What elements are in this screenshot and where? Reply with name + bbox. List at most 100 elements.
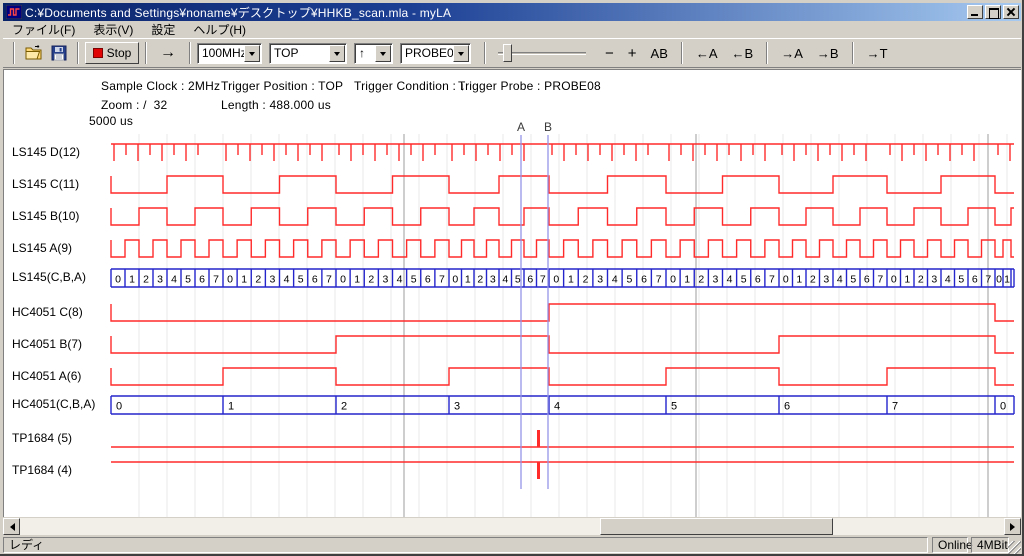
trigger-probe-combo[interactable]: PROBE00 — [400, 43, 471, 64]
toolbar-separator — [484, 42, 486, 64]
app-icon — [6, 5, 22, 19]
goto-trigger-button[interactable]: →T — [860, 42, 895, 64]
svg-text:2: 2 — [583, 274, 589, 286]
run-button[interactable]: → — [153, 42, 183, 64]
dropdown-arrow-icon[interactable] — [375, 45, 391, 62]
svg-text:A: A — [517, 120, 525, 134]
maximize-button[interactable] — [985, 5, 1001, 19]
toolbar-separator — [145, 42, 147, 64]
stop-button[interactable]: Stop — [85, 42, 139, 64]
toolbar-separator — [189, 42, 191, 64]
svg-text:3: 3 — [454, 401, 460, 413]
menu-bar: ファイル(F) 表示(V) 設定 ヘルプ(H) — [3, 21, 1021, 38]
ab-button[interactable]: AB — [644, 42, 675, 64]
menu-file[interactable]: ファイル(F) — [3, 20, 84, 40]
status-ready: レディ — [3, 537, 928, 553]
svg-text:1: 1 — [465, 274, 471, 286]
svg-text:5: 5 — [671, 401, 677, 413]
svg-text:2: 2 — [368, 274, 374, 286]
svg-text:5: 5 — [185, 274, 191, 286]
svg-text:3: 3 — [597, 274, 603, 286]
goto-a-left-button[interactable]: ←A — [689, 42, 725, 64]
svg-text:6: 6 — [972, 274, 978, 286]
dropdown-arrow-icon[interactable] — [453, 45, 469, 62]
open-folder-icon — [25, 45, 43, 61]
resize-grip[interactable] — [1008, 541, 1021, 554]
svg-text:B: B — [544, 120, 552, 134]
svg-text:1: 1 — [241, 274, 247, 286]
svg-text:7: 7 — [213, 274, 219, 286]
svg-text:2: 2 — [810, 274, 816, 286]
svg-text:0: 0 — [670, 274, 676, 286]
save-button[interactable] — [47, 42, 71, 64]
svg-text:0: 0 — [1000, 401, 1006, 413]
svg-text:7: 7 — [656, 274, 662, 286]
sample-rate-value: 100MHz — [198, 46, 244, 60]
svg-text:3: 3 — [270, 274, 276, 286]
svg-text:6: 6 — [425, 274, 431, 286]
svg-text:7: 7 — [769, 274, 775, 286]
zoom-slider[interactable] — [496, 42, 588, 64]
close-button[interactable] — [1003, 5, 1019, 19]
svg-text:3: 3 — [823, 274, 829, 286]
waveform-display[interactable]: 0123456701234567012345670123456701234567… — [4, 70, 1019, 517]
svg-text:2: 2 — [698, 274, 704, 286]
open-button[interactable] — [21, 42, 47, 64]
svg-text:4: 4 — [554, 401, 560, 413]
zoom-out-button[interactable]: − — [598, 42, 621, 64]
menu-settings[interactable]: 設定 — [142, 20, 184, 40]
svg-text:1: 1 — [129, 274, 135, 286]
svg-text:0: 0 — [891, 274, 897, 286]
menu-view[interactable]: 表示(V) — [84, 20, 142, 40]
minimize-button[interactable] — [967, 5, 983, 19]
svg-text:5: 5 — [850, 274, 856, 286]
svg-text:4: 4 — [284, 274, 290, 286]
toolbar-separator — [681, 42, 683, 64]
svg-text:2: 2 — [918, 274, 924, 286]
svg-text:3: 3 — [490, 274, 496, 286]
goto-b-left-button[interactable]: ←B — [725, 42, 761, 64]
scroll-right-button[interactable] — [1004, 518, 1021, 535]
svg-text:1: 1 — [1004, 274, 1010, 286]
dropdown-arrow-icon[interactable] — [329, 45, 345, 62]
channel-trace-2 — [111, 208, 1014, 225]
scrollbar-thumb[interactable] — [600, 518, 833, 535]
menu-help[interactable]: ヘルプ(H) — [184, 20, 255, 40]
svg-text:0: 0 — [340, 274, 346, 286]
svg-text:7: 7 — [877, 274, 883, 286]
svg-text:6: 6 — [755, 274, 761, 286]
svg-text:4: 4 — [502, 274, 508, 286]
channel-trace-1 — [111, 176, 1014, 193]
channel-trace-5 — [111, 304, 1014, 321]
svg-text:1: 1 — [568, 274, 574, 286]
svg-text:7: 7 — [439, 274, 445, 286]
status-online: Online — [932, 537, 968, 553]
svg-text:7: 7 — [985, 274, 991, 286]
main-panel: Sample Clock : 2MHz Trigger Position : T… — [3, 69, 1021, 517]
horizontal-scrollbar[interactable] — [3, 518, 1021, 535]
trigger-position-combo[interactable]: TOP — [269, 43, 347, 64]
svg-text:4: 4 — [612, 274, 618, 286]
scroll-left-button[interactable] — [3, 518, 20, 535]
scroll-right-icon — [1010, 523, 1019, 531]
dropdown-arrow-icon[interactable] — [244, 45, 260, 62]
svg-text:5: 5 — [741, 274, 747, 286]
trigger-edge-combo[interactable]: ↑ — [354, 43, 393, 64]
svg-text:5: 5 — [627, 274, 633, 286]
svg-text:6: 6 — [641, 274, 647, 286]
channel-trace-8: 012345670 — [111, 396, 1014, 414]
channel-trace-0 — [111, 144, 1014, 161]
grid — [139, 134, 1007, 517]
svg-text:6: 6 — [784, 401, 790, 413]
svg-text:2: 2 — [341, 401, 347, 413]
svg-text:3: 3 — [713, 274, 719, 286]
toolbar-separator — [77, 42, 79, 64]
slider-thumb[interactable] — [503, 44, 512, 62]
goto-a-right-button[interactable]: →A — [774, 42, 810, 64]
channel-trace-7 — [111, 368, 1014, 385]
zoom-in-button[interactable]: + — [621, 42, 644, 64]
toolbar: Stop → 100MHz TOP ↑ PROBE00 − + AB ←A ←B… — [3, 38, 1021, 68]
sample-rate-combo[interactable]: 100MHz — [197, 43, 262, 64]
svg-text:0: 0 — [553, 274, 559, 286]
goto-b-right-button[interactable]: →B — [810, 42, 846, 64]
